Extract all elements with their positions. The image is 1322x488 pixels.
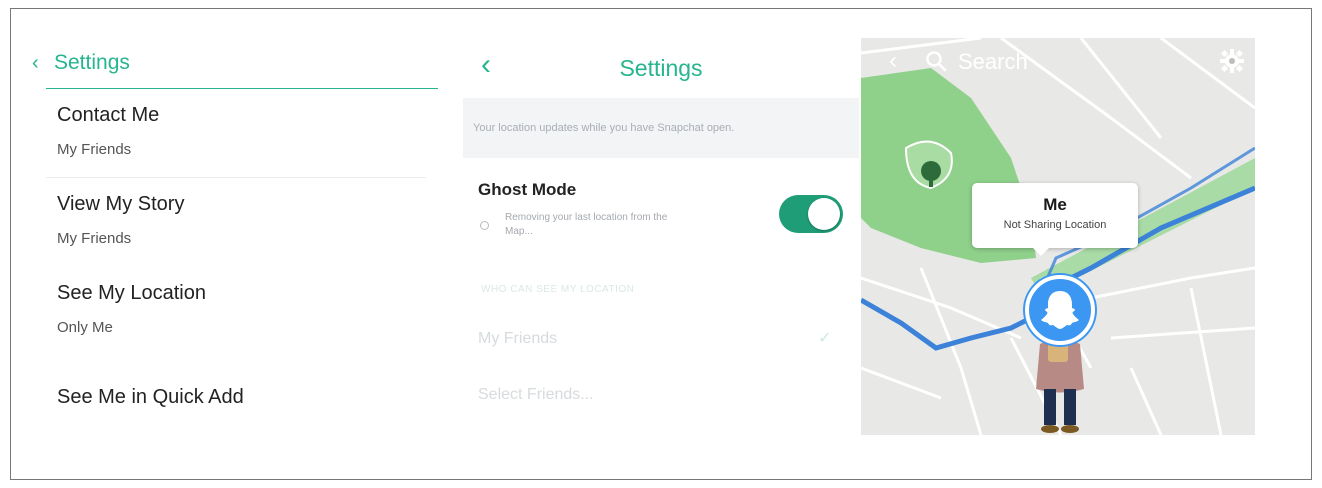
chevron-left-icon[interactable]: ‹ xyxy=(32,53,50,73)
setting-label: Contact Me xyxy=(57,104,160,126)
map-panel[interactable]: ‹ Search Me Not Sharing Location xyxy=(861,38,1255,435)
setting-see-me-in-quick-add[interactable]: See Me in Quick Add xyxy=(57,386,437,409)
header: ‹ Settings xyxy=(463,38,859,98)
divider xyxy=(46,177,426,178)
setting-value: Only Me xyxy=(57,319,113,336)
header: ‹ Settings xyxy=(28,38,440,88)
bitmoji-avatar[interactable] xyxy=(1022,334,1098,434)
ghost-glyph xyxy=(1041,291,1079,329)
info-banner: Your location updates while you have Sna… xyxy=(463,98,859,158)
toggle-knob xyxy=(808,198,840,230)
setting-view-my-story[interactable]: View My Story My Friends xyxy=(57,193,437,247)
setting-value: My Friends xyxy=(57,141,132,158)
ghost-mode-label: Ghost Mode xyxy=(478,180,577,199)
setting-label: See Me in Quick Add xyxy=(57,386,244,408)
setting-see-my-location[interactable]: See My Location Only Me xyxy=(57,282,437,336)
location-status: Not Sharing Location xyxy=(1003,219,1107,231)
search-icon[interactable] xyxy=(925,50,947,72)
user-location-card[interactable]: Me Not Sharing Location xyxy=(972,183,1138,256)
ghost-icon[interactable] xyxy=(1025,275,1095,345)
ghost-mode-description: Removing your last location from the Map… xyxy=(505,212,668,237)
ghost-mode-toggle[interactable] xyxy=(779,195,843,233)
settings-panel-middle: ‹ Settings Your location updates while y… xyxy=(463,38,859,433)
setting-value: My Friends xyxy=(57,230,132,247)
option-select-friends[interactable]: Select Friends... xyxy=(478,386,594,404)
section-header: WHO CAN SEE MY LOCATION xyxy=(481,284,635,295)
chevron-left-icon[interactable]: ‹ xyxy=(889,49,897,73)
setting-contact-me[interactable]: Contact Me My Friends xyxy=(57,104,437,158)
header-divider xyxy=(46,88,438,89)
user-name: Me xyxy=(1043,195,1067,214)
gear-icon[interactable] xyxy=(1219,48,1245,74)
search-input[interactable]: Search xyxy=(958,49,1028,75)
page-title: Settings xyxy=(619,55,703,81)
settings-panel-left: ‹ Settings Contact Me My Friends View My… xyxy=(28,38,440,428)
card-pointer xyxy=(1032,247,1050,256)
setting-label: See My Location xyxy=(57,282,206,304)
checkmark-icon: ✓ xyxy=(818,330,832,347)
setting-label: View My Story xyxy=(57,193,185,215)
option-my-friends[interactable]: My Friends xyxy=(478,330,557,348)
page-title: Settings xyxy=(54,51,130,74)
radio-icon xyxy=(480,221,489,230)
